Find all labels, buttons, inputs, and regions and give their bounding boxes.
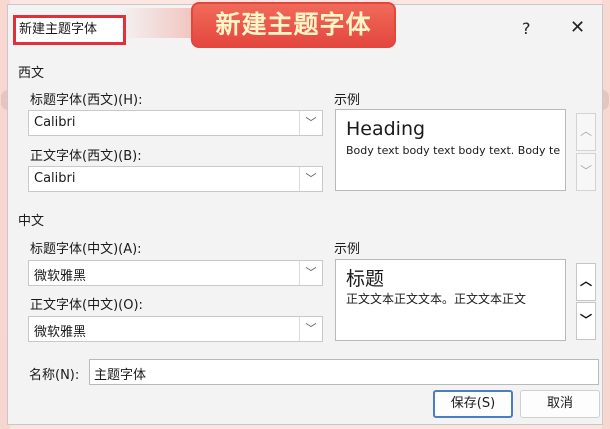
- chevron-down-icon[interactable]: ﹀: [299, 261, 322, 285]
- theme-font-name-input[interactable]: 主题字体: [89, 359, 599, 385]
- western-section-title: 西文: [18, 66, 45, 81]
- dialog-title: 新建主题字体: [13, 15, 126, 45]
- chinese-sample-preview: 标题 正文文本正文文本。正文文本正文: [335, 259, 566, 341]
- western-fonts-section: 西文 标题字体(西文)(H): Calibri ﹀ 正文字体(西文)(B): C…: [16, 51, 596, 211]
- chinese-heading-font-value: 微软雅黑: [34, 269, 87, 284]
- western-heading-font-combo[interactable]: Calibri ﹀: [28, 110, 323, 136]
- chevron-up-icon[interactable]: ︿: [576, 263, 596, 301]
- western-sample-body: Body text body text body text. Body te: [346, 144, 561, 157]
- western-heading-font-label: 标题字体(西文)(H):: [30, 93, 143, 108]
- chevron-down-icon[interactable]: ﹀: [299, 111, 322, 135]
- chinese-sample-heading: 标题: [346, 268, 385, 290]
- chinese-body-font-value: 微软雅黑: [34, 325, 87, 340]
- chinese-sample-label: 示例: [334, 242, 361, 257]
- title-callout: 新建主题字体: [191, 2, 396, 48]
- chevron-up-icon[interactable]: ︿: [576, 113, 596, 151]
- western-sample-preview: Heading Body text body text body text. B…: [335, 109, 566, 191]
- help-button[interactable]: ?: [522, 19, 531, 38]
- title-highlight-connector: [120, 8, 200, 38]
- save-button[interactable]: 保存(S): [433, 390, 513, 418]
- chevron-down-icon[interactable]: ﹀: [299, 317, 322, 341]
- chinese-section-title: 中文: [18, 214, 45, 229]
- chinese-heading-font-label: 标题字体(中文)(A):: [30, 242, 142, 257]
- chinese-heading-font-combo[interactable]: 微软雅黑 ﹀: [28, 260, 323, 286]
- close-button[interactable]: ✕: [570, 17, 585, 38]
- background-edge-right: [602, 0, 610, 429]
- chinese-body-font-label: 正文字体(中文)(O):: [30, 298, 143, 313]
- chinese-body-font-combo[interactable]: 微软雅黑 ﹀: [28, 316, 323, 342]
- chevron-down-icon[interactable]: ﹀: [576, 153, 596, 191]
- theme-font-name-value: 主题字体: [94, 368, 147, 383]
- name-label: 名称(N):: [29, 368, 80, 383]
- western-body-font-value: Calibri: [34, 171, 76, 186]
- new-theme-fonts-dialog: 新建主题字体 ? ✕ 西文 标题字体(西文)(H): Calibri ﹀ 正文字…: [7, 4, 603, 425]
- western-sample-label: 示例: [334, 93, 361, 108]
- chinese-sample-body: 正文文本正文文本。正文文本正文: [346, 292, 527, 306]
- western-sample-heading: Heading: [346, 118, 426, 140]
- chevron-down-icon[interactable]: ﹀: [299, 167, 322, 191]
- western-heading-font-value: Calibri: [34, 115, 76, 130]
- chinese-fonts-section: 中文 标题字体(中文)(A): 微软雅黑 ﹀ 正文字体(中文)(O): 微软雅黑…: [16, 205, 596, 355]
- cancel-button[interactable]: 取消: [520, 390, 600, 418]
- western-body-font-combo[interactable]: Calibri ﹀: [28, 166, 323, 192]
- chevron-down-icon[interactable]: ﹀: [576, 302, 596, 340]
- western-body-font-label: 正文字体(西文)(B):: [30, 149, 142, 164]
